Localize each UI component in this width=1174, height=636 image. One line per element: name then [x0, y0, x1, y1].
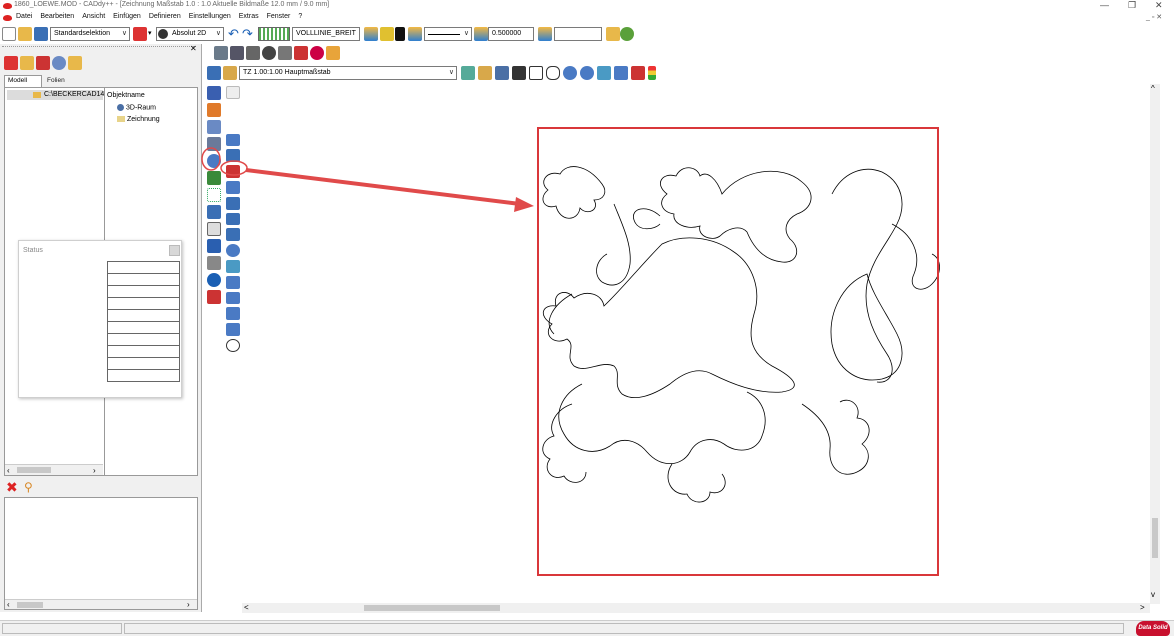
annotation-circle-left: [201, 147, 221, 171]
annotation-arrow-line: [245, 168, 521, 206]
status-field-2: [124, 623, 1124, 634]
annotation-overlay: [201, 147, 534, 212]
status-field-1: [2, 623, 122, 634]
annotation-arrowhead: [514, 197, 534, 212]
brand-logo: Data Solid: [1136, 621, 1170, 636]
annotation-circle-right: [220, 160, 248, 176]
status-bar: Data Solid: [0, 620, 1174, 636]
